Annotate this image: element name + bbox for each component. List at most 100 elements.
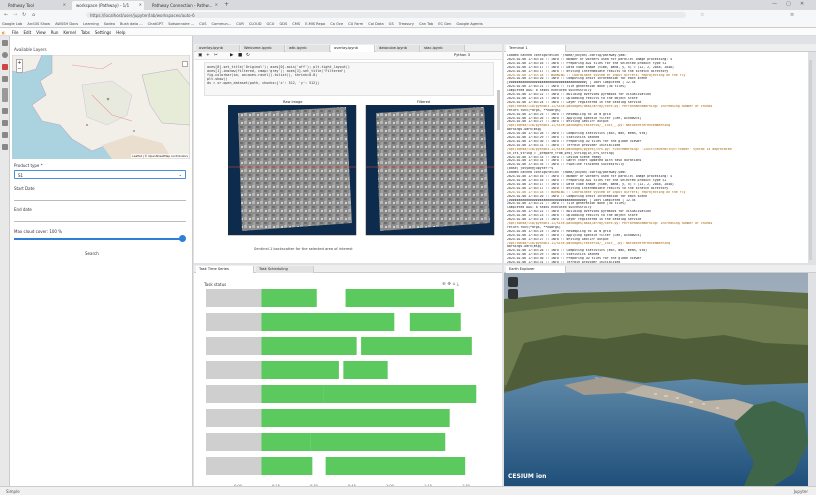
bookmark-item[interactable]: ArcGIS Show	[27, 22, 50, 26]
notebook-tab[interactable]: overlay.ipynb	[331, 45, 375, 52]
terminal-scrollbar[interactable]	[809, 60, 812, 260]
cut-icon[interactable]: ✂	[214, 53, 218, 58]
task-bar[interactable]	[261, 337, 357, 355]
layers-tab-icon[interactable]	[2, 88, 8, 102]
bookmark-item[interactable]: CUR	[236, 22, 244, 26]
start-date-field[interactable]	[14, 200, 186, 201]
menu-item-view[interactable]: View	[36, 30, 46, 35]
home-view-button[interactable]	[508, 277, 518, 287]
menu-item-edit[interactable]: Edit	[23, 30, 31, 35]
url-field[interactable]: https://localhost/user/jupyter/lab/works…	[86, 12, 686, 18]
task-bar[interactable]	[343, 361, 388, 379]
add-cell-icon[interactable]: +	[206, 53, 210, 58]
bookmark-item[interactable]: Sotsonnaire ...	[168, 22, 194, 26]
bookmark-item[interactable]: CU Farm	[348, 22, 363, 26]
home-icon[interactable]: ⌂	[32, 12, 35, 18]
slider-handle[interactable]	[179, 235, 186, 242]
product-type-select[interactable]: S1 ⌄	[14, 170, 186, 179]
zoom-out-button[interactable]: −	[17, 66, 22, 72]
notebook-tab[interactable]: Welcome.ipynb	[241, 45, 285, 52]
folder-icon[interactable]	[2, 40, 8, 46]
notebook-tab[interactable]: overlay.ipynb	[196, 45, 240, 52]
notebook-tab[interactable]: stac.ipynb	[421, 45, 465, 52]
bookmark-item[interactable]: Treasury	[399, 22, 414, 26]
menu-item-file[interactable]: File	[12, 30, 19, 35]
maximize-icon[interactable]: ▢	[786, 1, 791, 7]
run-icon[interactable]: ▶	[230, 53, 233, 58]
close-icon[interactable]: ✕	[63, 2, 66, 7]
task-bar[interactable]	[261, 385, 324, 403]
layers-picker-button[interactable]	[508, 289, 518, 299]
scrollbar[interactable]	[497, 90, 500, 130]
bookmark-item[interactable]: AWSSH Docs	[55, 22, 78, 26]
forward-icon[interactable]: →	[13, 12, 17, 18]
bookmark-item[interactable]: Sodeo	[104, 22, 115, 26]
menu-icon[interactable]: ≡	[790, 12, 794, 18]
task-bar[interactable]	[323, 385, 477, 403]
browser-tab-2[interactable]: workspace (Pathway) - 1/1 ✕	[72, 1, 144, 10]
running-icon[interactable]	[2, 52, 8, 58]
bookmark-item[interactable]: Google Agents	[456, 22, 482, 26]
task-bar[interactable]	[261, 409, 450, 427]
close-icon[interactable]: ✕	[215, 2, 218, 7]
bookmark-item[interactable]: Commun...	[212, 22, 232, 26]
menu-item-help[interactable]: Help	[116, 30, 125, 35]
terminal[interactable]: Loaded cached configuration '/home/jovya…	[504, 52, 808, 263]
menu-item-settings[interactable]: Settings	[95, 30, 111, 35]
notebook-tab[interactable]: wtk.ipynb	[286, 45, 330, 52]
extension-icon[interactable]	[2, 76, 8, 82]
bookmark-item[interactable]: EC Gen	[438, 22, 451, 26]
search-button[interactable]: Search	[85, 251, 99, 256]
browser-tab-1[interactable]: Pathway Tool ✕	[4, 1, 68, 10]
cloud-cover-slider[interactable]	[14, 238, 182, 240]
end-date-field[interactable]	[14, 221, 186, 222]
task-bar[interactable]	[325, 457, 466, 475]
task-bar[interactable]	[345, 289, 455, 307]
bookmark-item[interactable]: Can Tab	[419, 22, 433, 26]
bookmark-item[interactable]: CUS	[199, 22, 206, 26]
save-icon[interactable]: ▣	[198, 53, 202, 58]
menu-item-run[interactable]: Run	[51, 30, 59, 35]
back-icon[interactable]: ←	[4, 12, 8, 18]
bookmark-item[interactable]: ChatGPT	[148, 22, 164, 26]
tag-icon[interactable]	[2, 144, 8, 150]
browser-tab-3[interactable]: Pathway Connection - Pathw... ✕	[148, 1, 220, 10]
bookmark-item[interactable]: Learning	[83, 22, 99, 26]
fullscreen-icon[interactable]	[182, 61, 188, 67]
task-bar[interactable]	[261, 313, 395, 331]
task-bar[interactable]	[261, 433, 311, 451]
bookmark-item[interactable]: GCU	[267, 22, 275, 26]
menu-item-tabs[interactable]: Tabs	[81, 30, 90, 35]
task-bar[interactable]	[310, 433, 446, 451]
bookmark-item[interactable]: GDS	[279, 22, 287, 26]
code-cell[interactable]: axes[0].set_title('Original'); axes[0].a…	[204, 62, 494, 96]
leaflet-map[interactable]: + − Leaflet | © OpenStreetMap contributo…	[12, 55, 190, 159]
bookmark-item[interactable]: Cal Data	[368, 22, 383, 26]
bookmark-item[interactable]: CLOUD	[249, 22, 262, 26]
stop-icon[interactable]: ■	[238, 53, 242, 58]
key-icon[interactable]	[2, 132, 8, 138]
task-bar[interactable]	[261, 457, 313, 475]
task-bar[interactable]	[409, 313, 461, 331]
star-icon[interactable]: ☆	[700, 12, 704, 18]
tab-terminal[interactable]: Terminal 1	[506, 45, 566, 52]
minimize-icon[interactable]: —	[772, 1, 777, 7]
task-bar[interactable]	[261, 361, 339, 379]
reload-icon[interactable]: ↻	[22, 12, 26, 18]
new-tab-button[interactable]: +	[224, 1, 229, 8]
bookmark-item[interactable]: Bush data ...	[120, 22, 143, 26]
tab-task-scheduling[interactable]: Task Scheduling	[256, 266, 314, 273]
kernel-name[interactable]: Python 3	[454, 53, 470, 57]
close-window-icon[interactable]: ✕	[800, 1, 804, 7]
notebook-tab[interactable]: datacube.ipynb	[376, 45, 420, 52]
close-icon[interactable]: ✕	[139, 2, 142, 7]
wrench-icon[interactable]	[2, 108, 8, 114]
restart-icon[interactable]: ↻	[246, 53, 250, 58]
bookmark-item[interactable]: Ca Oce	[330, 22, 343, 26]
git-icon[interactable]	[2, 64, 8, 70]
bookmark-item[interactable]: CMS	[292, 22, 300, 26]
bookmark-item[interactable]: GS	[389, 22, 394, 26]
task-bar[interactable]	[361, 337, 472, 355]
bookmark-item[interactable]: Google Lab	[2, 22, 22, 26]
cesium-viewer[interactable]: CESIUM ion	[504, 273, 808, 486]
